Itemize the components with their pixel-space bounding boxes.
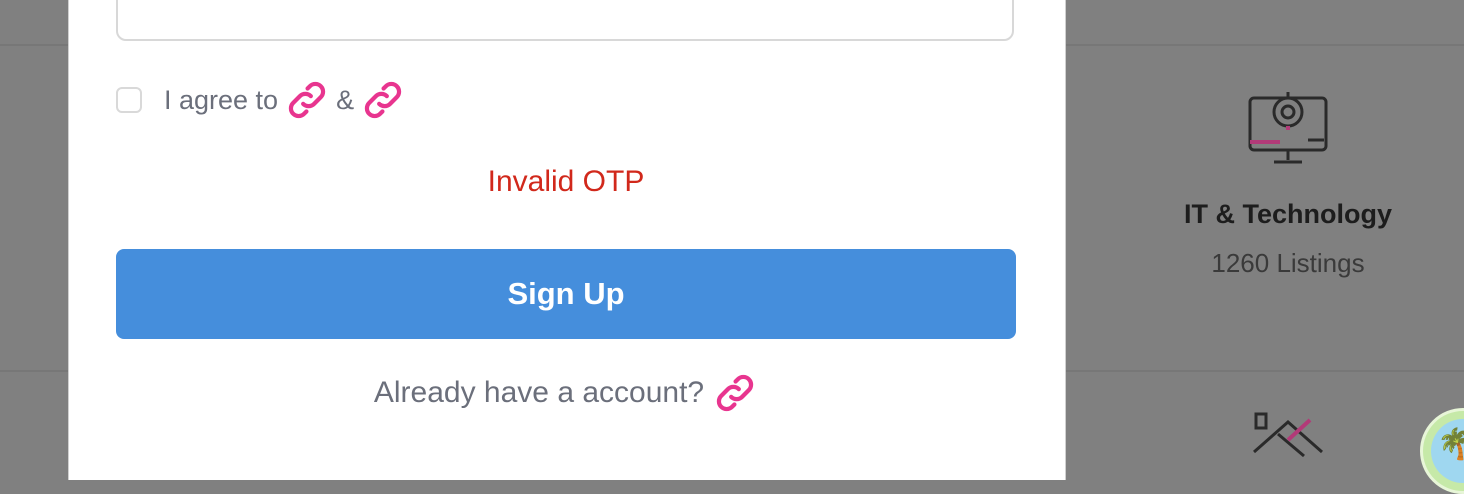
login-link-icon[interactable] [712, 370, 758, 416]
login-prompt-text: Already have a account? [373, 376, 705, 409]
login-prompt-row: Already have a account? [116, 370, 1016, 416]
category-title: IT & Technology [1184, 199, 1392, 229]
ampersand-label: & [336, 84, 355, 115]
background-top-card [1064, 0, 1464, 46]
error-message: Invalid OTP [487, 165, 645, 198]
background-divider [1064, 370, 1464, 372]
home-tools-icon [1248, 412, 1328, 462]
otp-input-field[interactable] [116, 0, 1014, 41]
terms-checkbox[interactable] [116, 87, 142, 113]
background-left-strip [0, 0, 68, 454]
category-listing-count: 1260 Listings [1211, 248, 1365, 278]
privacy-link-icon[interactable] [360, 77, 406, 123]
computer-gear-icon [1248, 88, 1328, 168]
terms-agreement-row: I agree to & [116, 80, 406, 120]
signup-button[interactable]: Sign Up [116, 249, 1016, 339]
agree-label: I agree to [164, 84, 279, 115]
terms-link-icon[interactable] [284, 77, 330, 123]
